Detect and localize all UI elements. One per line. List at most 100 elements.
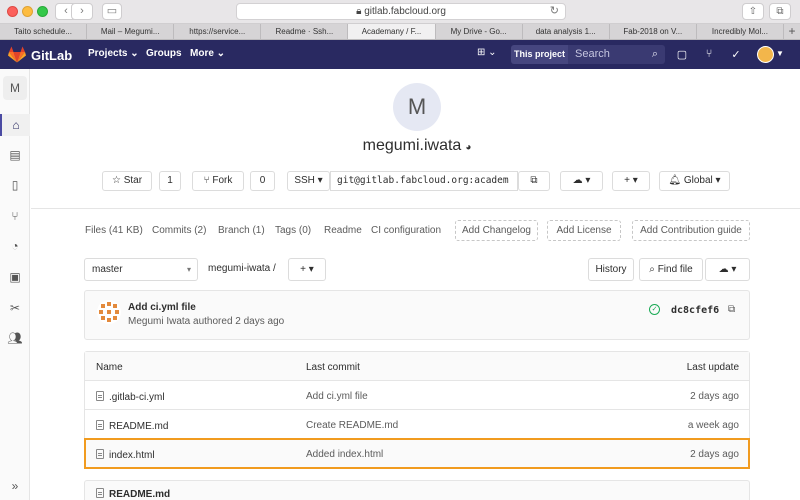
readme-title[interactable]: README.md (96, 488, 170, 500)
table-row[interactable]: .gitlab-ci.yml Add ci.yml file 2 days ag… (85, 381, 749, 410)
table-row-highlighted[interactable]: index.html Added index.html 2 days ago (84, 438, 750, 469)
branch-link[interactable]: Branch (1) (218, 225, 265, 236)
issues-icon[interactable]: ▯ (0, 174, 30, 196)
commit-author-avatar[interactable] (97, 300, 121, 324)
readme-link[interactable]: Readme (324, 225, 362, 236)
ci-configuration-link[interactable]: CI configuration (371, 225, 441, 236)
notification-dropdown[interactable]: 🔔︎ Global ▾ (659, 171, 730, 191)
issues-icon[interactable]: ▢ (675, 48, 689, 61)
branch-select[interactable]: master ▾ (84, 258, 198, 281)
fork-button[interactable]: ⑂ Fork (192, 171, 244, 191)
todos-icon[interactable]: ✓ (729, 48, 743, 61)
add-contribution-guide-button[interactable]: Add Contribution guide (632, 220, 750, 241)
divider (31, 208, 800, 209)
merge-requests-icon[interactable]: ⑂ (702, 48, 716, 60)
wiki-icon[interactable]: ▣ (0, 266, 30, 288)
star-label: Star (123, 175, 143, 186)
copy-url-button[interactable]: ⧉ (518, 171, 550, 191)
bell-icon: 🔔︎ (668, 175, 682, 186)
add-changelog-button[interactable]: Add Changelog (455, 220, 538, 241)
chevron-down-icon[interactable]: ▼ (776, 49, 784, 58)
find-file-label: Find file (657, 264, 693, 275)
readme-panel: README.md (84, 480, 750, 500)
new-tab-icon[interactable]: + (784, 24, 800, 39)
sidebar-toggle-icon[interactable]: ▭ (102, 3, 122, 20)
share-icon[interactable]: ⇧ (742, 3, 764, 20)
add-dropdown-button[interactable]: + ▾ (612, 171, 650, 191)
tabs-overview-icon[interactable]: ⧉ (769, 3, 791, 20)
table-header: Name Last commit Last update (85, 352, 749, 381)
close-window-button[interactable] (7, 6, 18, 17)
user-avatar[interactable] (757, 46, 774, 63)
browser-tab[interactable]: Mail – Megumi... (87, 24, 175, 39)
add-to-tree-button[interactable]: + ▾ (288, 258, 326, 281)
zoom-window-button[interactable] (37, 6, 48, 17)
plus-icon: + (624, 175, 631, 186)
ci-cd-icon[interactable]: ◔ (0, 235, 30, 257)
file-name: index.html (109, 450, 155, 461)
tags-link[interactable]: Tags (0) (275, 225, 311, 236)
column-header-name: Name (96, 362, 123, 373)
gitlab-brand[interactable]: GitLab (31, 48, 72, 63)
browser-tab[interactable]: Fab-2018 on V... (610, 24, 697, 39)
minimize-window-button[interactable] (22, 6, 33, 17)
last-update-cell: a week ago (687, 420, 739, 431)
browser-tab[interactable]: https://service... (174, 24, 262, 39)
file-name-cell[interactable]: .gitlab-ci.yml (96, 391, 165, 403)
pipeline-passed-icon[interactable]: ✓ (649, 304, 660, 315)
browser-tab[interactable]: Taito schedule... (0, 24, 88, 39)
file-tree-table: Name Last commit Last update .gitlab-ci.… (84, 351, 750, 469)
nav-more[interactable]: More ⌄ (190, 48, 225, 59)
table-row[interactable]: README.md Create README.md a week ago (85, 410, 749, 439)
project-avatar: M (393, 83, 441, 131)
merge-requests-icon[interactable]: ⑂ (0, 205, 30, 227)
search-icon: ⌕ (651, 48, 658, 60)
star-button[interactable]: ☆ Star (102, 171, 152, 191)
readme-title-text: README.md (109, 489, 171, 500)
download-tree-button[interactable]: ☁ ▾ (705, 258, 750, 281)
browser-tab[interactable]: My Drive - Go... (436, 24, 523, 39)
sidebar-project-avatar[interactable]: M (3, 76, 27, 100)
find-file-button[interactable]: ⌕ Find file (639, 258, 703, 281)
column-header-last-update: Last update (686, 362, 739, 373)
commit-meta: Megumi Iwata authored 2 days ago (128, 316, 285, 327)
history-button[interactable]: History (588, 258, 634, 281)
star-count[interactable]: 1 (159, 171, 181, 191)
nav-groups[interactable]: Groups (146, 48, 182, 59)
gitlab-logo-icon[interactable] (8, 46, 26, 63)
members-icon[interactable]: 👥︎ (0, 327, 30, 349)
address-url: gitlab.fabcloud.org (364, 6, 446, 17)
browser-tab[interactable]: Readme · Ssh... (261, 24, 349, 39)
protocol-select[interactable]: SSH ▾ (287, 171, 330, 191)
browser-tab-active[interactable]: Academany / F... (348, 24, 436, 39)
last-commit-cell[interactable]: Added index.html (306, 449, 383, 460)
browser-tab[interactable]: Incredibly Mol... (697, 24, 784, 39)
new-item-button[interactable]: ⊞ ⌄ (477, 47, 497, 58)
search-scope-badge[interactable]: This project (511, 45, 568, 64)
browser-tab[interactable]: data analysis 1... (523, 24, 610, 39)
file-name-cell[interactable]: index.html (96, 449, 155, 461)
fork-label: Fork (212, 175, 233, 186)
tab-bar: Taito schedule... Mail – Megumi... https… (0, 24, 800, 40)
last-commit-cell[interactable]: Create README.md (306, 420, 398, 431)
reload-icon[interactable]: ↻ (550, 4, 559, 19)
file-name-cell[interactable]: README.md (96, 420, 168, 432)
home-icon[interactable]: ⌂ (0, 114, 30, 136)
nav-projects[interactable]: Projects ⌄ (88, 48, 139, 59)
clone-url-input[interactable]: git@gitlab.fabcloud.org:academ (330, 171, 518, 191)
address-bar[interactable]: 🔒︎ gitlab.fabcloud.org ↻ (236, 3, 566, 20)
fork-count[interactable]: 0 (250, 171, 275, 191)
commits-link[interactable]: Commits (2) (152, 225, 206, 236)
files-link[interactable]: Files (41 KB) (85, 225, 143, 236)
commit-title[interactable]: Add ci.yml file (128, 302, 196, 313)
breadcrumb-project[interactable]: megumi-iwata (208, 263, 270, 274)
collapse-sidebar-icon[interactable]: » (0, 475, 30, 497)
last-commit-cell[interactable]: Add ci.yml file (306, 391, 368, 402)
download-button[interactable]: ☁ ▾ (560, 171, 603, 191)
commit-sha[interactable]: dc8cfef6 (671, 305, 719, 316)
snippets-icon[interactable]: ✂ (0, 297, 30, 319)
forward-button[interactable]: › (71, 3, 93, 20)
search-input[interactable]: Search ⌕ (568, 45, 665, 64)
clipboard-icon[interactable]: ⧉ (728, 304, 735, 315)
add-license-button[interactable]: Add License (547, 220, 621, 241)
